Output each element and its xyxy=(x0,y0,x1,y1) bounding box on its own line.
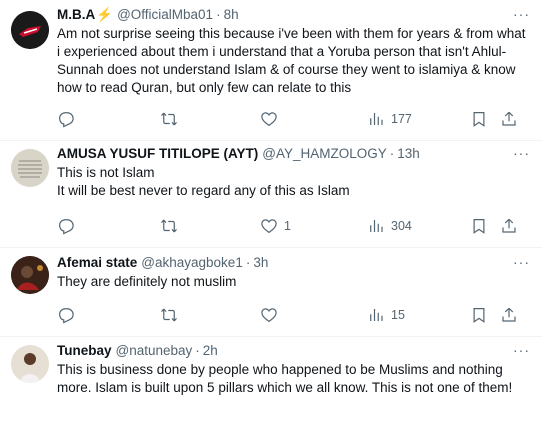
bookmark-icon xyxy=(473,308,485,323)
bookmark-icon xyxy=(473,219,485,234)
more-icon[interactable]: ··· xyxy=(513,342,530,358)
author-name[interactable]: M.B.A xyxy=(57,6,95,24)
tweet[interactable]: Afemai state @akhayagboke1 · 3h ··· They… xyxy=(0,248,542,337)
like-button[interactable] xyxy=(260,110,284,128)
view-count: 15 xyxy=(391,308,405,322)
tweet-text: Am not surprise seeing this because i've… xyxy=(57,26,530,95)
author-handle[interactable]: @OfficialMba01 xyxy=(117,6,213,24)
reply-icon xyxy=(59,219,74,235)
views-button[interactable]: 15 xyxy=(367,306,405,324)
timestamp[interactable]: 13h xyxy=(397,145,420,163)
author-name[interactable]: Afemai state xyxy=(57,254,137,272)
tweet-text: They are definitely not muslim xyxy=(57,274,237,289)
separator-dot: · xyxy=(216,7,221,22)
views-icon xyxy=(370,220,383,232)
share-icon xyxy=(502,307,516,322)
like-count: 1 xyxy=(284,219,291,233)
separator-dot: · xyxy=(245,255,251,270)
author-handle[interactable]: @AY_HAMZOLOGY xyxy=(262,145,386,163)
views-icon xyxy=(370,309,383,321)
author-handle[interactable]: @akhayagboke1 xyxy=(141,254,243,272)
views-icon xyxy=(370,113,383,125)
author-handle[interactable]: @natunebay xyxy=(116,342,193,360)
avatar[interactable] xyxy=(11,11,49,49)
tweet[interactable]: M.B.A ⚡ @OfficialMba01 · 8h ··· Am not s… xyxy=(0,0,542,141)
share-icon xyxy=(502,218,516,233)
like-button[interactable]: 1 xyxy=(260,217,291,235)
bookmark-icon xyxy=(473,112,485,127)
like-icon xyxy=(261,112,277,127)
timestamp[interactable]: 2h xyxy=(203,342,218,360)
retweet-button[interactable] xyxy=(160,306,178,324)
views-button[interactable]: 177 xyxy=(367,110,412,128)
separator-dot: · xyxy=(195,343,200,358)
lightning-badge-icon: ⚡ xyxy=(96,7,114,22)
author-name[interactable]: AMUSA YUSUF TITILOPE (AYT) xyxy=(57,145,258,163)
more-icon[interactable]: ··· xyxy=(513,6,530,22)
view-count: 304 xyxy=(391,219,412,233)
author-name[interactable]: Tunebay xyxy=(57,342,112,360)
more-icon[interactable]: ··· xyxy=(513,145,530,161)
retweet-button[interactable] xyxy=(160,217,178,235)
bookmark-button[interactable] xyxy=(470,306,488,324)
reply-button[interactable] xyxy=(57,217,75,235)
share-button[interactable] xyxy=(500,306,518,324)
retweet-icon xyxy=(161,308,177,322)
view-count: 177 xyxy=(391,112,412,126)
retweet-icon xyxy=(161,112,177,126)
share-button[interactable] xyxy=(500,217,518,235)
timestamp[interactable]: 3h xyxy=(253,254,268,272)
tweet[interactable]: AMUSA YUSUF TITILOPE (AYT) @AY_HAMZOLOGY… xyxy=(0,141,542,248)
tweet-text: This is business done by people who happ… xyxy=(57,362,513,395)
reply-button[interactable] xyxy=(57,306,75,324)
bookmark-button[interactable] xyxy=(470,217,488,235)
like-button[interactable] xyxy=(260,306,284,324)
share-icon xyxy=(502,111,516,126)
tweet-text: This is not Islam It will be best never … xyxy=(57,165,350,198)
views-button[interactable]: 304 xyxy=(367,217,412,235)
retweet-icon xyxy=(161,219,177,233)
reply-button[interactable] xyxy=(57,110,75,128)
timestamp[interactable]: 8h xyxy=(224,6,239,24)
more-icon[interactable]: ··· xyxy=(513,254,530,270)
like-icon xyxy=(261,219,277,234)
avatar[interactable] xyxy=(11,345,49,383)
bookmark-button[interactable] xyxy=(470,110,488,128)
separator-dot: · xyxy=(389,146,395,161)
reply-icon xyxy=(59,308,74,324)
avatar[interactable] xyxy=(11,256,49,294)
like-icon xyxy=(261,308,277,323)
share-button[interactable] xyxy=(500,110,518,128)
tweet[interactable]: Tunebay @natunebay · 2h ··· This is busi… xyxy=(0,337,542,428)
avatar[interactable] xyxy=(11,149,49,187)
reply-icon xyxy=(59,112,74,128)
retweet-button[interactable] xyxy=(160,110,178,128)
